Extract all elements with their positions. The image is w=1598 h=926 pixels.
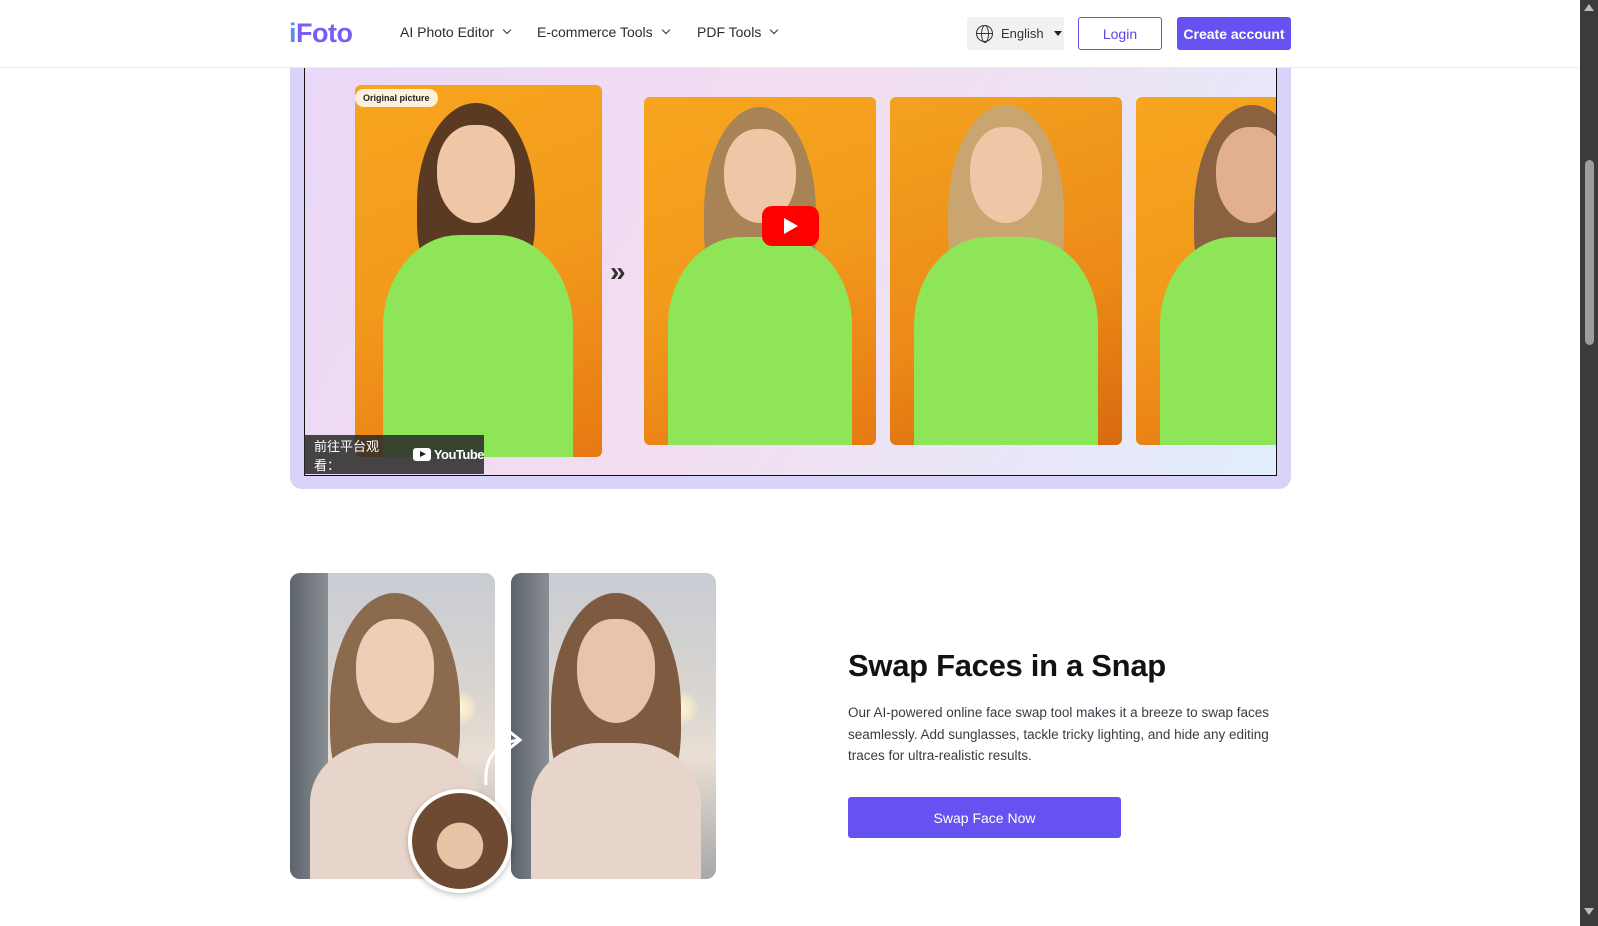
nav-label: PDF Tools xyxy=(697,24,762,40)
chevron-down-icon xyxy=(502,25,512,35)
nav-label: AI Photo Editor xyxy=(400,24,495,40)
feature-title: Swap Faces in a Snap xyxy=(848,648,1166,683)
caret-down-icon xyxy=(1053,31,1062,36)
globe-icon xyxy=(976,25,993,43)
language-label: English xyxy=(1001,26,1044,41)
scrollbar-thumb[interactable] xyxy=(1585,160,1594,345)
scroll-down-icon[interactable] xyxy=(1584,908,1594,915)
login-button[interactable]: Login xyxy=(1078,17,1162,50)
watch-on-label: 前往平台观看： xyxy=(314,438,380,473)
youtube-embed[interactable] xyxy=(304,68,1277,476)
page-scrollbar[interactable] xyxy=(1580,0,1598,926)
play-icon[interactable] xyxy=(762,206,819,246)
result-photo xyxy=(644,97,876,445)
nav-label: E-commerce Tools xyxy=(537,24,653,40)
nav-pdf-tools[interactable]: PDF Tools xyxy=(697,24,779,40)
swapped-photo xyxy=(511,573,716,879)
curved-arrow-icon xyxy=(484,730,523,786)
page-viewport: iFoto AI Photo Editor E-commerce Tools P… xyxy=(0,0,1580,926)
scroll-up-icon[interactable] xyxy=(1584,4,1594,11)
create-account-button[interactable]: Create account xyxy=(1177,17,1291,50)
double-chevron-right-icon: » xyxy=(610,256,626,287)
nav-ecommerce-tools[interactable]: E-commerce Tools xyxy=(537,24,670,40)
original-photo xyxy=(355,85,602,457)
target-face-thumbnail xyxy=(408,789,512,893)
ifoto-logo[interactable]: iFoto xyxy=(289,18,353,49)
feature-description: Our AI-powered online face swap tool mak… xyxy=(848,705,1269,763)
chevron-down-icon xyxy=(661,25,670,35)
result-photo xyxy=(890,97,1122,445)
original-picture-badge: Original picture xyxy=(355,89,438,107)
swap-face-now-button[interactable]: Swap Face Now xyxy=(848,797,1121,838)
result-photo xyxy=(1136,97,1276,445)
language-selector[interactable]: English xyxy=(967,17,1064,50)
watch-on-youtube-bar[interactable]: 前往平台观看： YouTube xyxy=(304,435,485,474)
youtube-logo-icon: YouTube xyxy=(412,447,485,462)
chevron-down-icon xyxy=(770,25,779,35)
nav-ai-photo-editor[interactable]: AI Photo Editor xyxy=(400,24,512,40)
site-header: iFoto AI Photo Editor E-commerce Tools P… xyxy=(0,0,1580,68)
